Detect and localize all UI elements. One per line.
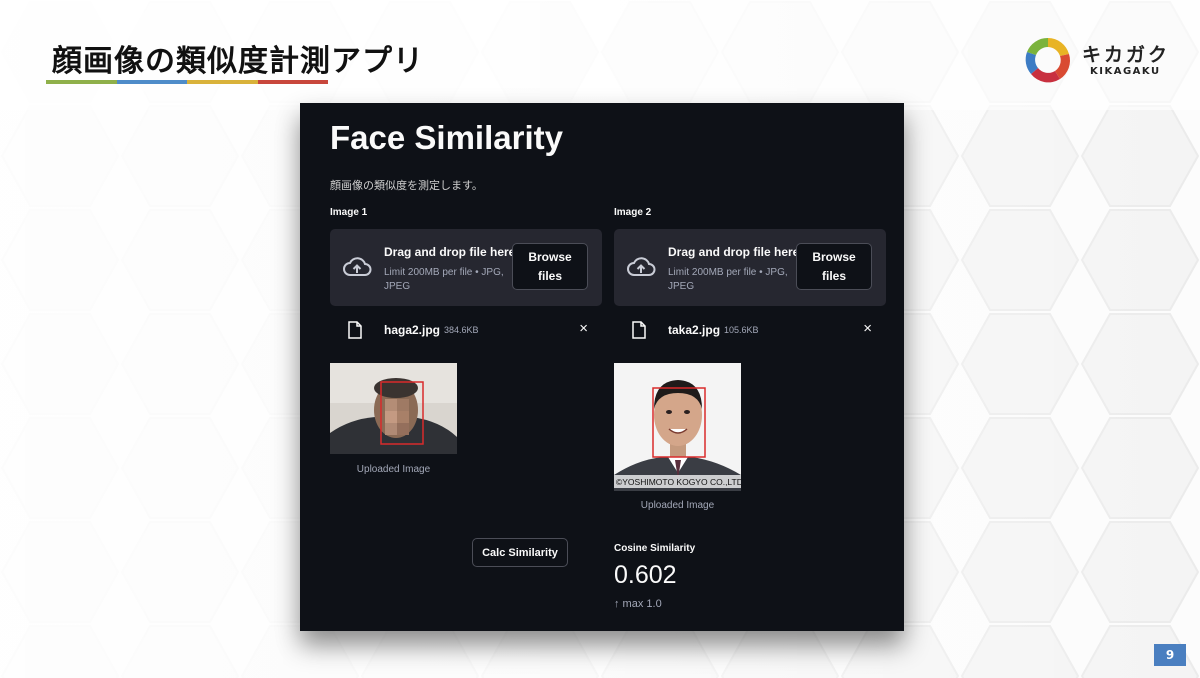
image1-caption: Uploaded Image <box>356 464 431 475</box>
metric-value: 0.602 <box>614 561 677 589</box>
cloud-upload-icon <box>343 257 372 276</box>
logo-text-en: KIKAGAKU <box>1090 66 1161 77</box>
browse-files-button[interactable]: Browse files <box>512 243 588 290</box>
logo-text-jp: キカガク <box>1082 44 1171 66</box>
kikagaku-logo: キカガク KIKAGAKU <box>1022 34 1182 88</box>
metric-delta: ↑ max 1.0 <box>614 598 662 610</box>
browse-label-line1: Browse <box>812 249 856 264</box>
dropzone-limit: Limit 200MB per file • JPG, JPEG <box>668 267 788 292</box>
uploaded-image-1 <box>330 363 457 454</box>
app-title: Face Similarity <box>330 119 563 156</box>
browse-label-line2: files <box>537 268 562 283</box>
dropzone-title: Drag and drop file here <box>668 245 800 259</box>
image2-dropzone[interactable]: Drag and drop file here Limit 200MB per … <box>614 229 886 306</box>
uploaded-file-row: taka2.jpg 105.6KB × <box>614 319 886 343</box>
calc-similarity-button[interactable]: Calc Similarity <box>472 538 568 567</box>
underline-yellow <box>187 80 258 84</box>
dropzone-limit: Limit 200MB per file • JPG, JPEG <box>384 267 504 292</box>
dropzone-title: Drag and drop file here <box>384 245 516 259</box>
cloud-upload-icon <box>627 257 656 276</box>
metric-label: Cosine Similarity <box>614 543 696 554</box>
browse-label-line2: files <box>821 268 846 283</box>
page-number: 9 <box>1154 644 1186 666</box>
file-name: taka2.jpg <box>668 323 721 337</box>
underline-red <box>257 80 328 84</box>
app-description: 顔画像の類似度を測定します。 <box>330 180 483 192</box>
remove-file-icon[interactable]: × <box>579 320 588 337</box>
file-name: haga2.jpg <box>384 323 441 337</box>
file-size: 384.6KB <box>444 325 479 335</box>
image2-column: Image 2 Drag and drop file here Limit 20… <box>614 207 886 511</box>
image2-label: Image 2 <box>614 207 652 218</box>
slide-title: 顔画像の類似度計測アプリ <box>52 44 424 79</box>
image2-caption: Uploaded Image <box>640 500 715 511</box>
kikagaku-ring-logo-icon <box>1025 37 1071 83</box>
browse-label-line1: Browse <box>528 249 572 264</box>
underline-green <box>46 80 117 84</box>
image1-label: Image 1 <box>330 207 368 218</box>
underline-blue <box>116 80 187 84</box>
image1-dropzone[interactable]: Drag and drop file here Limit 200MB per … <box>330 229 602 306</box>
title-underline <box>46 80 328 84</box>
remove-file-icon[interactable]: × <box>863 320 872 337</box>
file-icon <box>632 321 646 339</box>
uploaded-image-2: ©YOSHIMOTO KOGYO CO.,LTD. <box>614 363 741 491</box>
file-size: 105.6KB <box>724 325 759 335</box>
presentation-slide: 顔画像の類似度計測アプリ キカガク KIKAGAKU 9 Face Simila… <box>0 0 1200 678</box>
uploaded-file-row: haga2.jpg 384.6KB × <box>330 319 602 343</box>
streamlit-app-window: Face Similarity 顔画像の類似度を測定します。 Image 1 D… <box>300 103 904 631</box>
file-icon <box>348 321 362 339</box>
copyright-watermark: ©YOSHIMOTO KOGYO CO.,LTD. <box>616 477 741 487</box>
image1-column: Image 1 Drag and drop file here Limit 20… <box>330 207 602 475</box>
browse-files-button[interactable]: Browse files <box>796 243 872 290</box>
